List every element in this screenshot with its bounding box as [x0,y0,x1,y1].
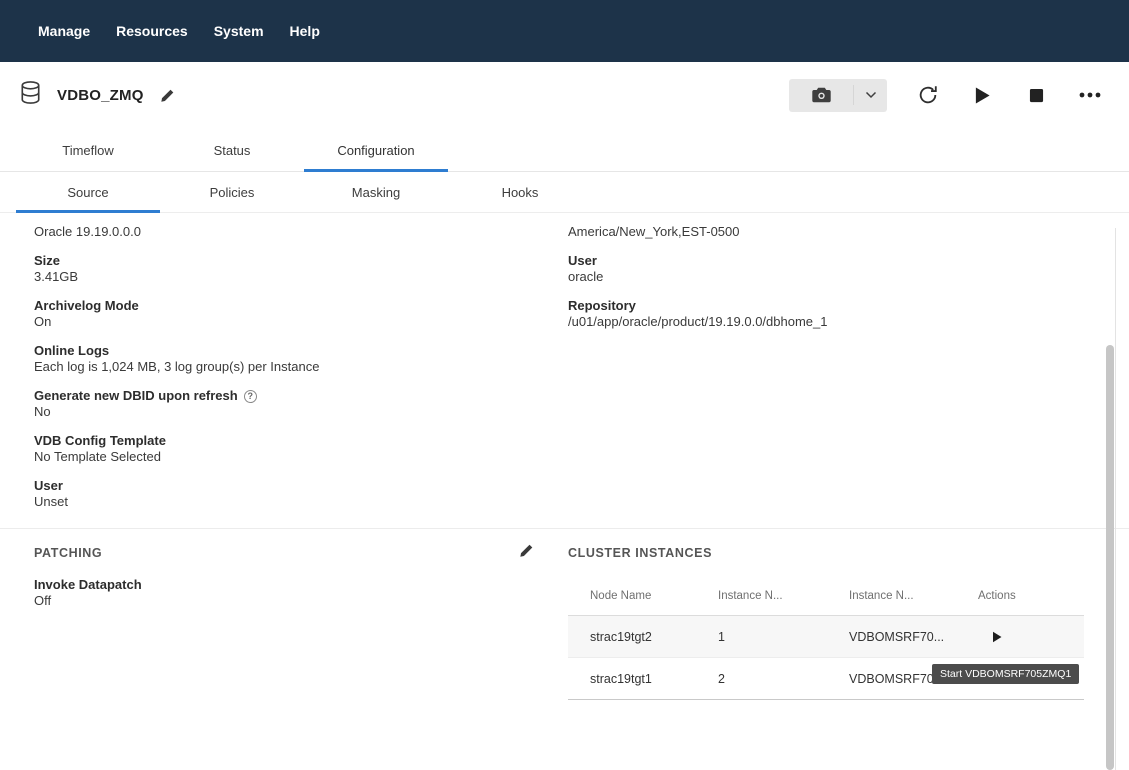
cell-node-name: strac19tgt2 [568,630,696,644]
column-instance-name: Instance N... [827,573,956,616]
app-window: Manage Resources System Help VDBO_ZMQ [0,0,1129,770]
edit-title-pencil-icon[interactable] [160,88,175,103]
nav-manage[interactable]: Manage [38,23,90,39]
table-row: strac19tgt2 1 VDBOMSRF70... [568,616,1084,658]
tab-timeflow[interactable]: Timeflow [16,128,160,171]
configuration-panel: Oracle 19.19.0.0.0 Size 3.41GB Archivelo… [0,213,1129,523]
stop-button[interactable] [1023,82,1049,108]
field-vdb-config-template: VDB Config Template No Template Selected [34,433,534,465]
cluster-instances-section: CLUSTER INSTANCES Node Name Instance N..… [568,545,1098,700]
config-right-column: America/New_York,EST-0500 User oracle Re… [568,224,1098,523]
field-repository: Repository /u01/app/oracle/product/19.19… [568,298,1098,330]
field-version: Oracle 19.19.0.0.0 [34,224,534,240]
chevron-down-icon[interactable] [853,85,887,105]
nav-resources[interactable]: Resources [116,23,188,39]
nav-system[interactable]: System [214,23,264,39]
start-button[interactable] [969,82,995,108]
subtab-source[interactable]: Source [16,172,160,213]
cluster-instances-title: CLUSTER INSTANCES [568,546,712,560]
top-nav: Manage Resources System Help [0,0,1129,62]
page-title: VDBO_ZMQ [57,87,144,104]
action-tooltip: Start VDBOMSRF705ZMQ1 [932,664,1079,684]
patching-title: PATCHING [34,546,102,560]
database-icon [20,80,41,110]
field-label: Generate new DBID upon refresh [34,388,238,403]
subtab-hooks[interactable]: Hooks [448,172,592,212]
tab-status[interactable]: Status [160,128,304,171]
header-actions [789,79,1103,112]
edit-patching-pencil-icon[interactable] [519,543,534,563]
subtabs: Source Policies Masking Hooks [0,172,1129,213]
field-user-left: User Unset [34,478,534,510]
tab-configuration[interactable]: Configuration [304,128,448,172]
cell-node-name: strac19tgt1 [568,672,696,686]
table-header-row: Node Name Instance N... Instance N... Ac… [568,573,1084,616]
field-invoke-datapatch: Invoke Datapatch Off [34,577,534,609]
tabs: Timeflow Status Configuration [0,128,1129,172]
cell-instance-name: VDBOMSRF70... [827,630,956,644]
column-node-name: Node Name [568,573,696,616]
help-icon[interactable]: ? [244,390,257,403]
field-online-logs: Online Logs Each log is 1,024 MB, 3 log … [34,343,534,375]
cell-instance-number: 2 [696,672,827,686]
subtab-policies[interactable]: Policies [160,172,304,212]
cell-instance-number: 1 [696,630,827,644]
field-timezone: America/New_York,EST-0500 [568,224,1098,240]
bottom-sections: PATCHING Invoke Datapatch Off CLUSTER IN… [0,528,1129,700]
field-generate-new-dbid: Generate new DBID upon refresh? No [34,388,534,420]
field-user-right: User oracle [568,253,1098,285]
row-start-icon[interactable] [992,631,1002,643]
column-actions: Actions [956,573,1084,616]
header: VDBO_ZMQ [0,62,1129,128]
refresh-button[interactable] [915,82,941,108]
subtab-masking[interactable]: Masking [304,172,448,212]
patching-section: PATCHING Invoke Datapatch Off [34,545,534,700]
cluster-instances-table: Node Name Instance N... Instance N... Ac… [568,573,1084,700]
content-right-border [1115,228,1116,770]
nav-help[interactable]: Help [290,23,320,39]
more-actions-button[interactable] [1077,82,1103,108]
config-left-column: Oracle 19.19.0.0.0 Size 3.41GB Archivelo… [34,224,534,523]
field-size: Size 3.41GB [34,253,534,285]
snapshot-button[interactable] [789,79,887,112]
column-instance-number: Instance N... [696,573,827,616]
camera-icon[interactable] [789,87,853,103]
field-archivelog-mode: Archivelog Mode On [34,298,534,330]
vertical-scrollbar-thumb[interactable] [1106,345,1114,770]
